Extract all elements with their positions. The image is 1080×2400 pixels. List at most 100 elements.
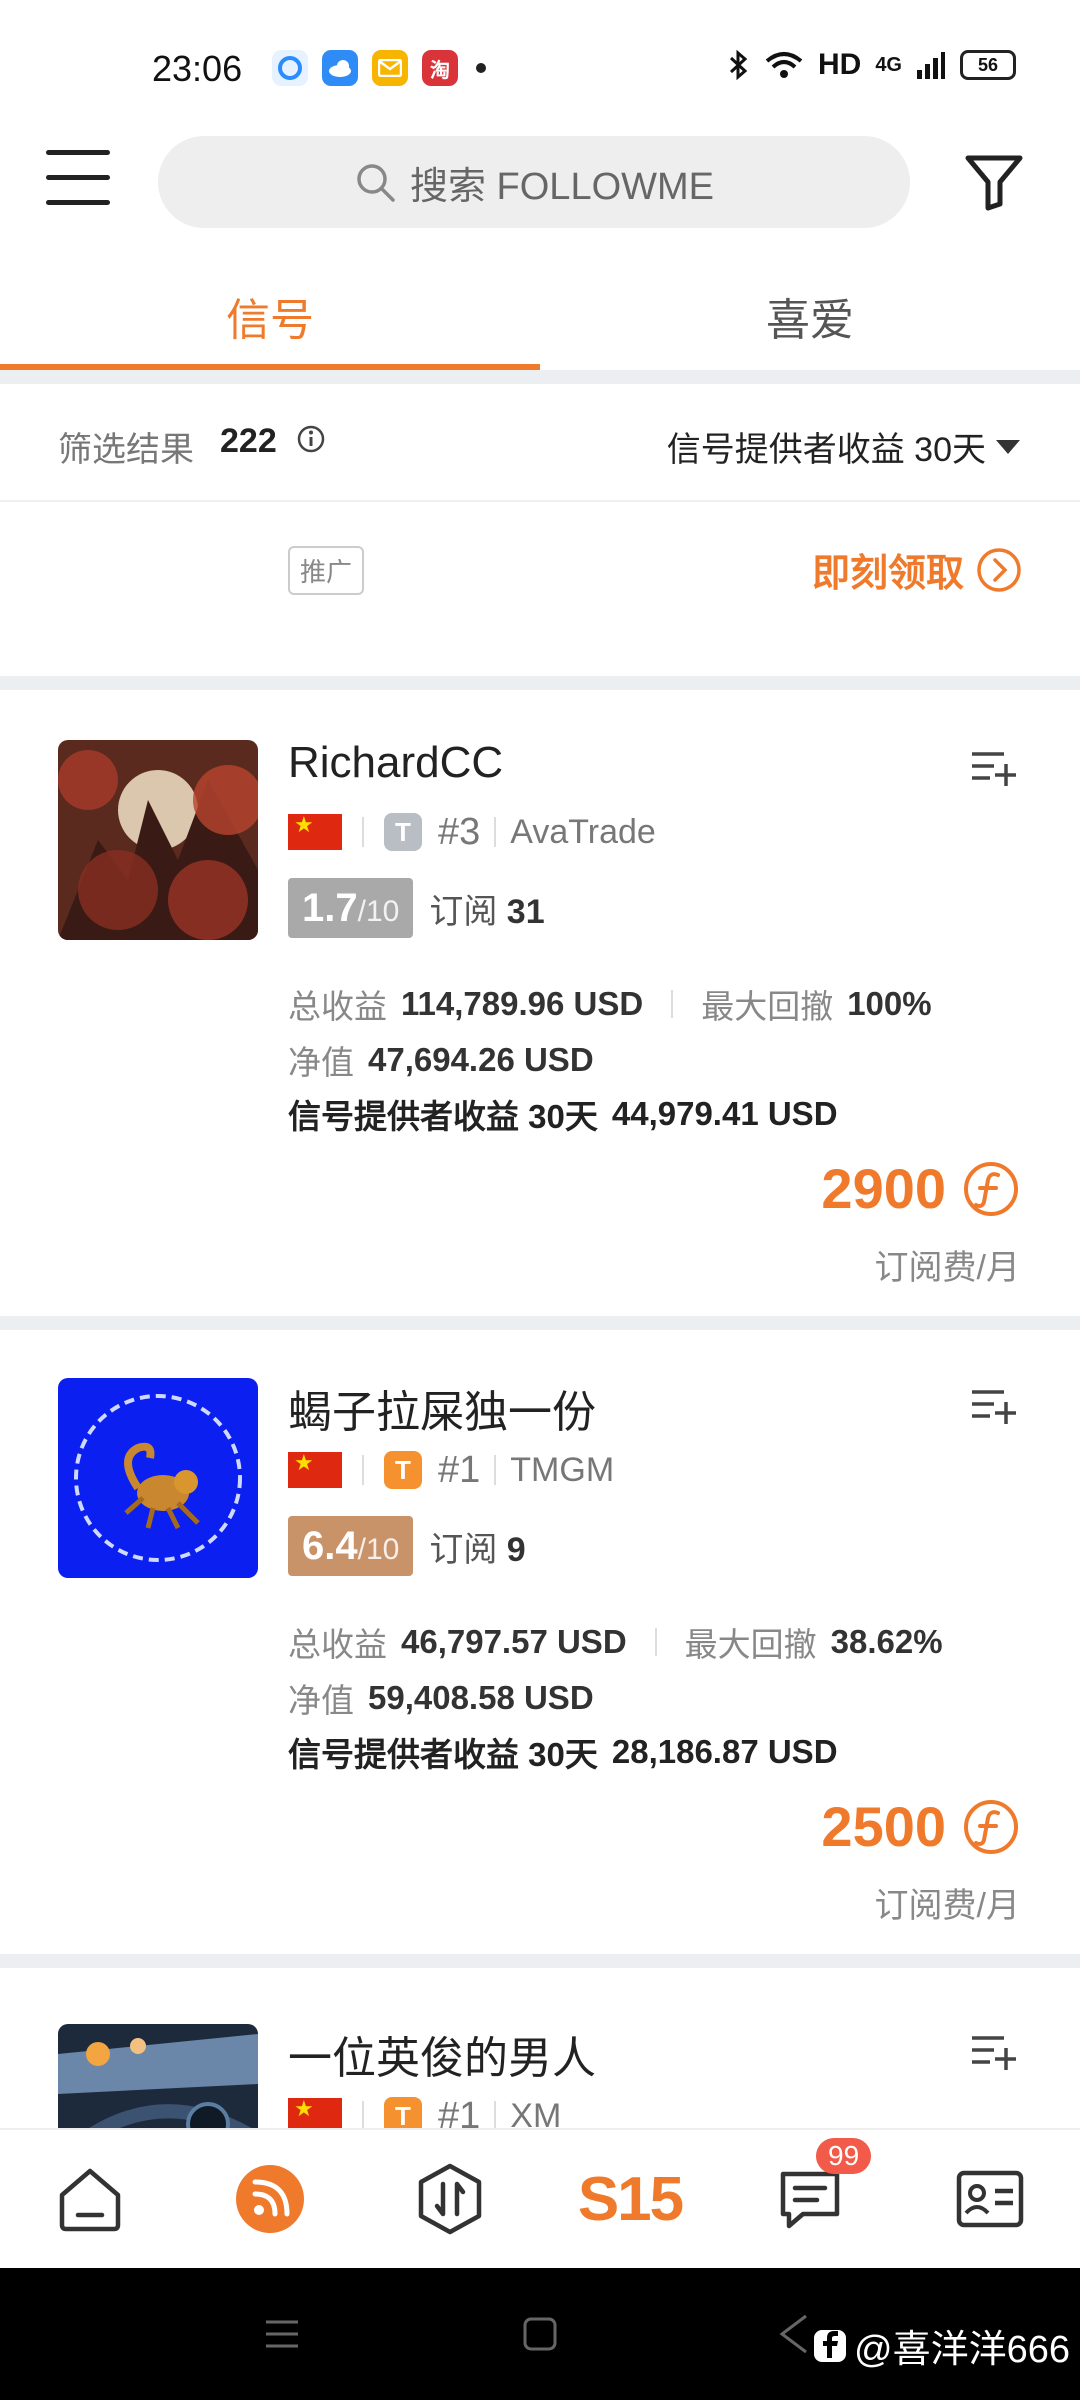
- filter-results-count: 222: [220, 422, 277, 460]
- more-notifications-dot: [476, 63, 486, 73]
- divider: [0, 1954, 1080, 1968]
- profile-card-icon: [956, 2170, 1024, 2228]
- weather-notification-icon: [322, 50, 358, 86]
- trader-name[interactable]: RichardCC: [288, 738, 503, 788]
- price-row: 2900: [821, 1156, 1020, 1221]
- search-placeholder: 搜索 FOLLOWME: [409, 165, 715, 208]
- trader-meta: T #1 XM: [288, 2094, 561, 2128]
- subscription-price: 2500: [821, 1795, 946, 1858]
- trader-meta: T #1 TMGM: [288, 1448, 614, 1492]
- price-unit: 订阅费/月: [874, 1887, 1020, 1925]
- bluetooth-icon: [729, 49, 748, 81]
- trader-type-badge: T: [384, 813, 422, 851]
- platform-logo-icon: [814, 2329, 847, 2362]
- wifi-icon: [765, 52, 803, 78]
- coin-icon: [964, 1161, 1018, 1216]
- info-icon[interactable]: [296, 424, 326, 454]
- status-bar: 23:06 淘 HD 4G 56: [0, 0, 1080, 130]
- trader-type-badge: T: [384, 1451, 422, 1489]
- home-button-icon[interactable]: [522, 2316, 558, 2352]
- china-flag-icon: [288, 1452, 342, 1488]
- taobao-notification-icon: 淘: [422, 50, 458, 86]
- signal-card[interactable]: RichardCC T #3 AvaTrade 1.7/10 订阅 31 总收益…: [0, 690, 1080, 1316]
- divider: [0, 676, 1080, 690]
- nav-profile[interactable]: [900, 2130, 1080, 2268]
- chevron-right-circle-icon: [977, 547, 1021, 592]
- china-flag-icon: [288, 2098, 342, 2128]
- broker: XM: [510, 2096, 562, 2129]
- nav-trade[interactable]: [360, 2130, 540, 2268]
- subscription-count: 订阅 9: [429, 1530, 526, 1569]
- status-time: 23:06: [152, 48, 243, 89]
- score-row: 1.7/10 订阅 31: [288, 878, 545, 938]
- back-icon[interactable]: [776, 2312, 810, 2356]
- total-profit-row: 总收益 46,797.57 USD 最大回撤 38.62%: [288, 1623, 943, 1663]
- avatar: [58, 740, 258, 940]
- system-nav-bar: @喜洋洋666: [0, 2268, 1080, 2400]
- filter-row: 筛选结果 222 信号提供者收益 30天: [0, 384, 1080, 502]
- sort-dropdown[interactable]: 信号提供者收益 30天: [667, 422, 1022, 471]
- promo-banner[interactable]: 推广 即刻领取: [0, 504, 1080, 676]
- avatar: [58, 2024, 258, 2128]
- total-profit-row: 总收益 114,789.96 USD 最大回撤 100%: [288, 985, 932, 1025]
- rank: #1: [438, 2094, 481, 2129]
- mail-notification-icon: [372, 50, 408, 86]
- trader-name[interactable]: 蝎子拉屎独一份: [288, 1376, 596, 1440]
- subscription-price: 2900: [821, 1157, 946, 1220]
- broker: AvaTrade: [510, 812, 656, 851]
- equity-row: 净值 47,694.26 USD: [288, 1041, 594, 1081]
- messages-icon: [780, 2171, 840, 2229]
- tab-bar: 信号 喜爱: [0, 262, 1080, 370]
- claim-now-label: 即刻领取: [811, 553, 964, 595]
- broker: TMGM: [510, 1450, 615, 1489]
- bottom-nav: S15 99: [0, 2128, 1080, 2268]
- tab-signals[interactable]: 信号: [0, 262, 540, 370]
- promo-tag: 推广: [288, 546, 365, 595]
- status-right: HD 4G 56: [728, 48, 1016, 82]
- watermark: @喜洋洋666: [812, 2318, 1070, 2373]
- trader-type-badge: T: [384, 2097, 422, 2128]
- divider: [0, 370, 1080, 384]
- filter-results-label: 筛选结果: [58, 431, 194, 469]
- menu-icon[interactable]: [46, 150, 110, 210]
- trader-meta: T #3 AvaTrade: [288, 810, 656, 854]
- nav-messages[interactable]: 99: [720, 2130, 900, 2268]
- battery-icon: 56: [960, 50, 1016, 80]
- browser-notification-icon: [272, 50, 308, 86]
- trader-name[interactable]: 一位英俊的男人: [288, 2022, 596, 2086]
- feed-icon: [236, 2165, 304, 2233]
- signal-card[interactable]: 蝎子拉屎独一份 T #1 TMGM 6.4/10 订阅 9 总收益46,797.…: [0, 1328, 1080, 1954]
- search-icon: [357, 164, 395, 202]
- search-bar[interactable]: 搜索 FOLLOWME: [158, 136, 910, 228]
- add-to-list-icon[interactable]: [968, 744, 1016, 792]
- price-row: 2500: [821, 1794, 1020, 1859]
- avatar: [58, 1378, 258, 1578]
- claim-now-button[interactable]: 即刻领取: [812, 542, 1022, 597]
- china-flag-icon: [288, 814, 342, 850]
- filter-icon[interactable]: [962, 150, 1026, 214]
- nav-s15[interactable]: S15: [540, 2130, 720, 2268]
- coin-icon: [964, 1799, 1018, 1854]
- unread-badge: 99: [816, 2138, 872, 2174]
- add-to-list-icon[interactable]: [968, 1382, 1016, 1430]
- score-row: 6.4/10 订阅 9: [288, 1516, 526, 1576]
- score-badge: 1.7/10: [288, 878, 414, 938]
- price-unit: 订阅费/月: [874, 1249, 1020, 1287]
- tab-favorites[interactable]: 喜爱: [540, 262, 1080, 370]
- nav-feed[interactable]: [180, 2130, 360, 2268]
- rank: #1: [438, 1448, 481, 1491]
- score-badge: 6.4/10: [288, 1516, 414, 1576]
- network-type: HD: [817, 48, 862, 81]
- subscription-count: 订阅 31: [429, 892, 545, 931]
- add-to-list-icon[interactable]: [968, 2028, 1016, 2076]
- home-icon: [59, 2168, 121, 2232]
- recent-apps-icon[interactable]: [262, 2316, 302, 2352]
- notification-icons: 淘: [272, 50, 486, 86]
- caret-down-icon: [996, 439, 1020, 454]
- nav-home[interactable]: [0, 2130, 180, 2268]
- signal-card[interactable]: 一位英俊的男人 T #1 XM: [0, 1968, 1080, 2128]
- sort-label: 信号提供者收益 30天: [666, 431, 986, 469]
- s15-logo: S15: [577, 2164, 684, 2234]
- rank: #3: [438, 810, 481, 853]
- trade-icon: [418, 2163, 482, 2235]
